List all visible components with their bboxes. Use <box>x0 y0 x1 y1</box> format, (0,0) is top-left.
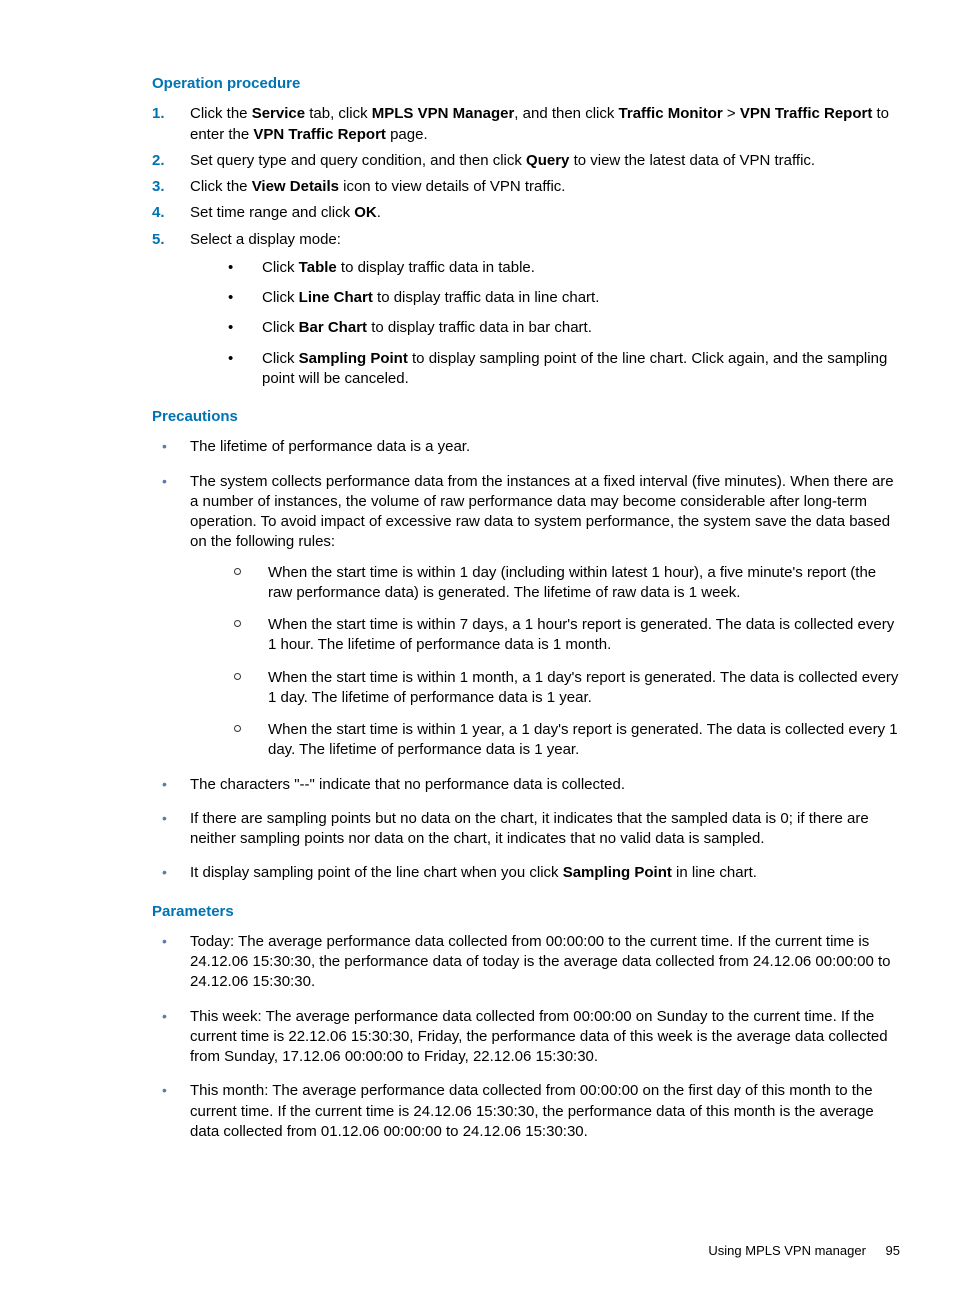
list-item: Click Sampling Point to display sampling… <box>190 349 900 390</box>
list-item: When the start time is within 7 days, a … <box>190 615 900 656</box>
list-item: This month: The average performance data… <box>152 1081 900 1142</box>
list-item: When the start time is within 1 year, a … <box>190 720 900 761</box>
list-item: It display sampling point of the line ch… <box>152 863 900 883</box>
step-2: 2. Set query type and query condition, a… <box>152 151 900 171</box>
heading-precautions: Precautions <box>152 407 900 427</box>
precautions-list: The lifetime of performance data is a ye… <box>152 437 900 883</box>
footer-text: Using MPLS VPN manager <box>708 1243 866 1258</box>
step-3: 3. Click the View Details icon to view d… <box>152 177 900 197</box>
list-item: If there are sampling points but no data… <box>152 809 900 850</box>
heading-operation-procedure: Operation procedure <box>152 74 900 94</box>
list-item: The system collects performance data fro… <box>152 472 900 761</box>
page-number: 95 <box>886 1242 900 1260</box>
page-footer: Using MPLS VPN manager 95 <box>152 1242 900 1260</box>
list-item: When the start time is within 1 day (inc… <box>190 563 900 604</box>
operation-steps-list: 1. Click the Service tab, click MPLS VPN… <box>152 104 900 389</box>
step-text: Set query type and query condition, and … <box>190 152 815 169</box>
step-number: 2. <box>152 151 165 171</box>
step-number: 4. <box>152 203 165 223</box>
step-text: Set time range and click OK. <box>190 204 381 221</box>
item-text: The system collects performance data fro… <box>190 473 894 551</box>
step-number: 3. <box>152 177 165 197</box>
list-item: Click Line Chart to display traffic data… <box>190 288 900 308</box>
list-item: The characters "--" indicate that no per… <box>152 775 900 795</box>
list-item: The lifetime of performance data is a ye… <box>152 437 900 457</box>
step-number: 1. <box>152 104 165 124</box>
list-item: Today: The average performance data coll… <box>152 932 900 993</box>
step-4: 4. Set time range and click OK. <box>152 203 900 223</box>
parameters-list: Today: The average performance data coll… <box>152 932 900 1142</box>
step-1: 1. Click the Service tab, click MPLS VPN… <box>152 104 900 145</box>
display-mode-list: Click Table to display traffic data in t… <box>190 258 900 389</box>
step-text: Select a display mode: <box>190 231 341 248</box>
step-5: 5. Select a display mode: Click Table to… <box>152 230 900 390</box>
step-number: 5. <box>152 230 165 250</box>
step-text: Click the Service tab, click MPLS VPN Ma… <box>190 105 889 142</box>
step-text: Click the View Details icon to view deta… <box>190 178 565 195</box>
rules-sublist: When the start time is within 1 day (inc… <box>190 563 900 761</box>
list-item: Click Bar Chart to display traffic data … <box>190 318 900 338</box>
list-item: When the start time is within 1 month, a… <box>190 668 900 709</box>
list-item: Click Table to display traffic data in t… <box>190 258 900 278</box>
list-item: This week: The average performance data … <box>152 1007 900 1068</box>
heading-parameters: Parameters <box>152 902 900 922</box>
